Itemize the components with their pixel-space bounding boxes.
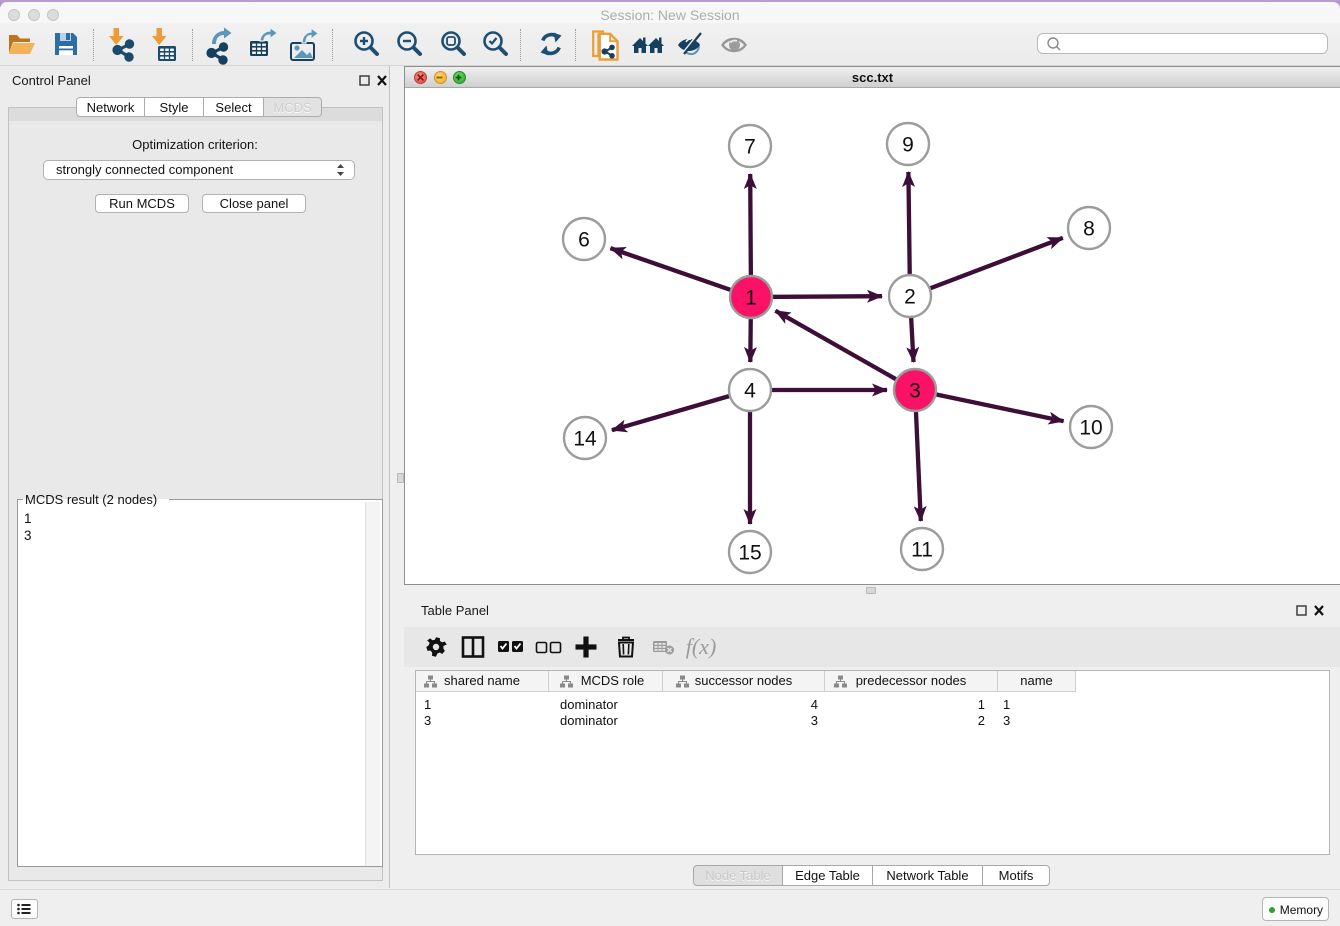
- svg-text:8: 8: [1083, 218, 1095, 241]
- svg-text:2: 2: [904, 286, 916, 309]
- svg-text:3: 3: [909, 380, 921, 403]
- svg-text:4: 4: [744, 380, 756, 403]
- svg-text:15: 15: [738, 542, 761, 565]
- svg-text:f(x): f(x): [686, 634, 717, 659]
- svg-text:7: 7: [744, 136, 756, 159]
- svg-text:9: 9: [902, 134, 914, 157]
- svg-text:10: 10: [1079, 417, 1102, 440]
- svg-text:1: 1: [745, 287, 757, 310]
- svg-text:6: 6: [578, 229, 590, 252]
- svg-text:11: 11: [911, 539, 933, 562]
- svg-text:14: 14: [573, 428, 597, 451]
